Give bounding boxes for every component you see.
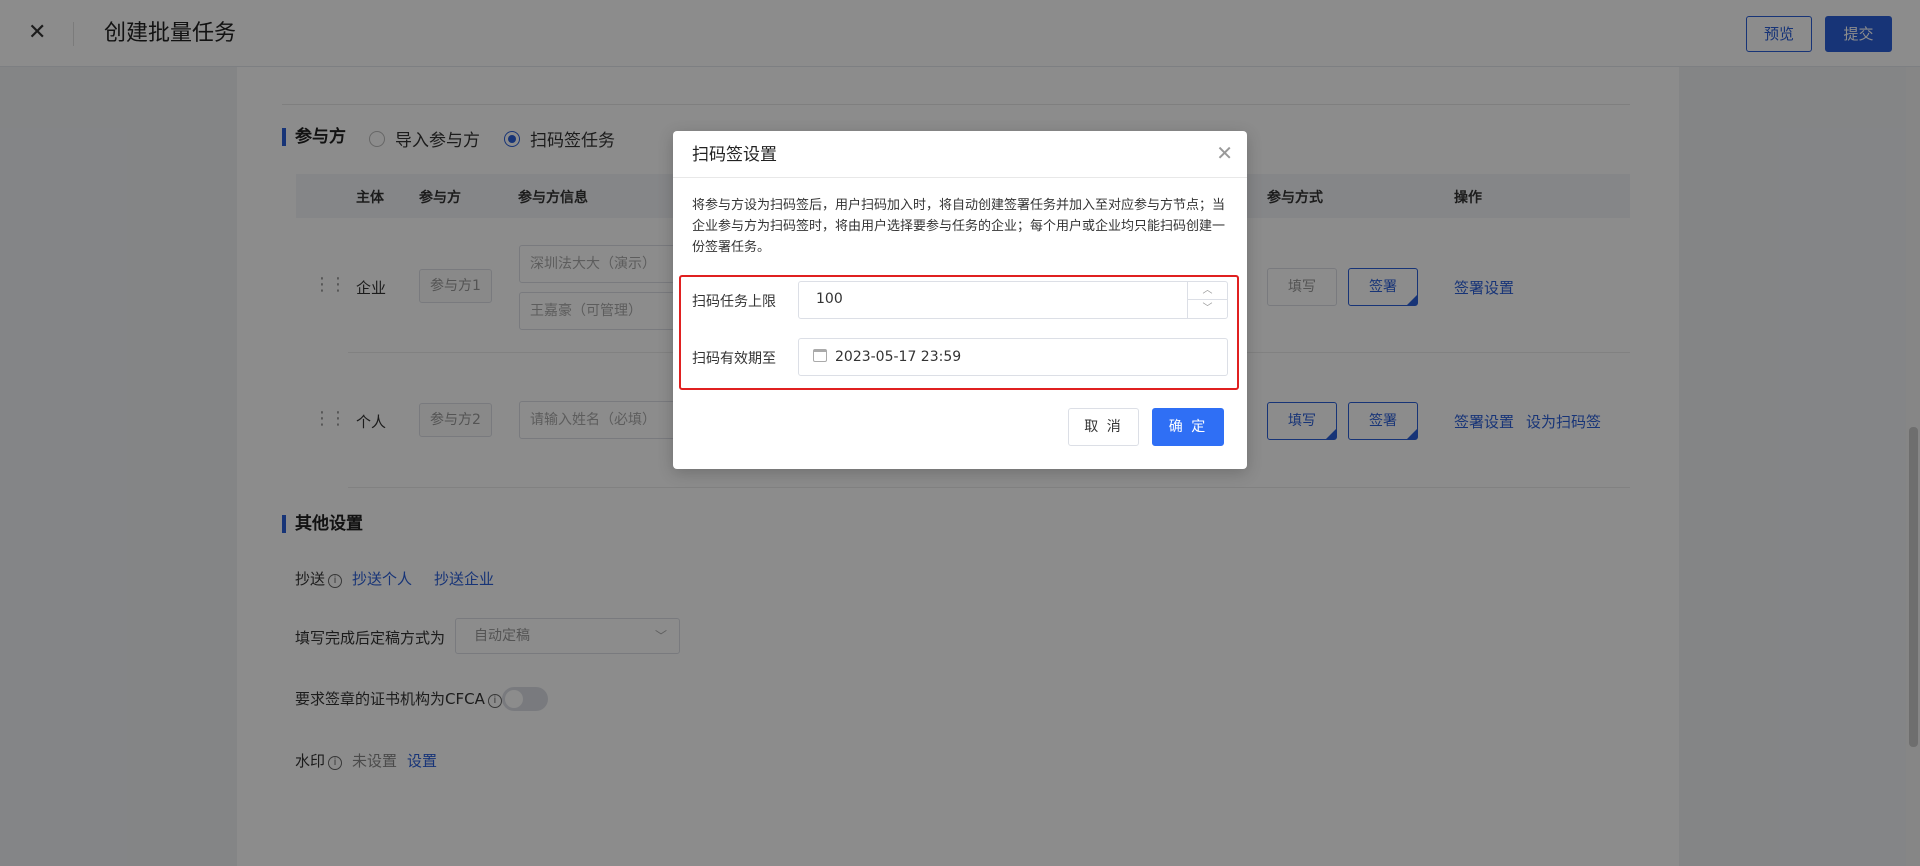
dialog-title: 扫码签设置 xyxy=(692,145,777,165)
decrement-icon[interactable]: ﹀ xyxy=(1188,300,1227,318)
stepper-buttons: ︿ ﹀ xyxy=(1187,282,1227,318)
cancel-button[interactable]: 取 消 xyxy=(1068,408,1139,446)
scan-limit-stepper[interactable]: 100 ︿ ﹀ xyxy=(798,281,1228,319)
confirm-button[interactable]: 确 定 xyxy=(1152,408,1224,446)
scan-expiry-label: 扫码有效期至 xyxy=(692,351,776,367)
scan-sign-settings-dialog: 扫码签设置 ✕ 将参与方设为扫码签后，用户扫码加入时，将自动创建签署任务并加入至… xyxy=(673,131,1247,469)
scan-limit-value: 100 xyxy=(816,291,843,307)
calendar-icon xyxy=(813,349,827,362)
scan-expiry-date-picker[interactable]: 2023-05-17 23:59 xyxy=(798,338,1228,376)
close-icon[interactable]: ✕ xyxy=(1216,141,1233,165)
increment-icon[interactable]: ︿ xyxy=(1188,282,1227,300)
scan-limit-label: 扫码任务上限 xyxy=(692,294,776,310)
dialog-description: 将参与方设为扫码签后，用户扫码加入时，将自动创建签署任务并加入至对应参与方节点；… xyxy=(692,198,1226,255)
scan-expiry-value: 2023-05-17 23:59 xyxy=(835,349,962,365)
dialog-header: 扫码签设置 ✕ xyxy=(673,131,1247,178)
